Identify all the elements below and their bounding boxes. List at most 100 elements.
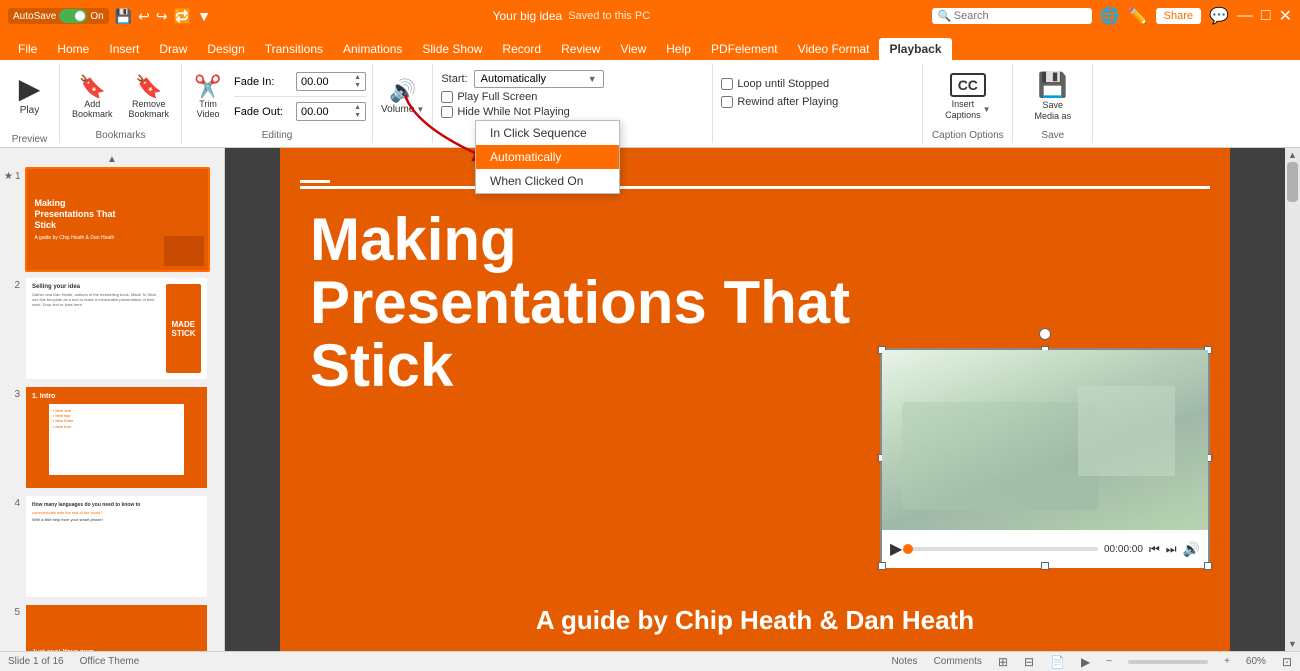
search-input[interactable] [932, 8, 1092, 24]
tab-design[interactable]: Design [197, 38, 254, 60]
tab-file[interactable]: File [8, 38, 47, 60]
dropdown-item-whenclicked[interactable]: When Clicked On [476, 169, 619, 193]
scroll-thumb[interactable] [1287, 162, 1298, 202]
slideshow-icon[interactable]: ▶ [1081, 655, 1090, 669]
redo-icon[interactable]: ↪ [156, 8, 168, 25]
fade-in-up-icon[interactable]: ▲ [354, 74, 361, 81]
tab-pdfelement[interactable]: PDFelement [701, 38, 788, 60]
undo-icon[interactable]: ↩ [138, 8, 150, 25]
comments-button[interactable]: Comments [934, 656, 982, 667]
repeat-icon[interactable]: 🔁 [174, 8, 191, 25]
normal-view-icon[interactable]: ⊞ [998, 655, 1008, 669]
globe-icon[interactable]: 🌐 [1100, 6, 1120, 26]
close-icon[interactable]: ✕ [1279, 6, 1292, 26]
captions-dropdown-icon[interactable]: ▼ [983, 105, 991, 114]
dropdown-item-automatically[interactable]: Automatically [476, 145, 619, 169]
slide-item-4[interactable]: 4 How many languages do you need to know… [4, 494, 220, 599]
tab-help[interactable]: Help [656, 38, 701, 60]
slide-item-2[interactable]: 2 Selling your idea Gather and Dan Heath… [4, 276, 220, 381]
slide-thumb-1[interactable]: MakingPresentations ThatStick A guide by… [25, 167, 210, 272]
selection-handle-bl[interactable] [878, 562, 886, 570]
slide-item-3[interactable]: 3 1. Intro • Item one• Item two• Item th… [4, 385, 220, 490]
fade-out-up-icon[interactable]: ▲ [354, 104, 361, 111]
video-play-button[interactable]: ▶ [890, 539, 902, 559]
loop-checkbox[interactable] [721, 78, 733, 90]
volume-dropdown-icon[interactable]: ▼ [416, 105, 424, 114]
title-bar: AutoSave On 💾 ↩ ↪ 🔁 ▼ Your big idea Save… [0, 0, 1300, 32]
scroll-up-arrow[interactable]: ▲ [1288, 150, 1297, 160]
tab-animations[interactable]: Animations [333, 38, 412, 60]
file-title: Your big idea [493, 9, 563, 23]
zoom-slider[interactable] [1128, 660, 1208, 664]
slide-number-3: 3 [4, 385, 20, 400]
tab-draw[interactable]: Draw [149, 38, 197, 60]
tab-record[interactable]: Record [492, 38, 551, 60]
zoom-in-icon[interactable]: + [1224, 656, 1230, 667]
slide-thumb-2[interactable]: Selling your idea Gather and Dan Heath, … [24, 276, 209, 381]
theme-name: Office Theme [80, 656, 140, 667]
fade-out-down-icon[interactable]: ▼ [354, 112, 361, 119]
remove-bookmark-button[interactable]: 🔖 RemoveBookmark [123, 70, 176, 124]
save-icon[interactable]: 💾 [115, 8, 132, 25]
scroll-down-arrow[interactable]: ▼ [1288, 639, 1297, 649]
comments-icon[interactable]: 💬 [1209, 6, 1229, 26]
video-progress-bar[interactable] [908, 547, 1098, 551]
slide-item-5[interactable]: 5 Just one! Your own.With a little help … [4, 603, 220, 651]
more-tools-icon[interactable]: ▼ [197, 8, 211, 24]
fade-out-spinner[interactable]: ▲ ▼ [354, 104, 361, 119]
slide-thumb-5[interactable]: Just one! Your own.With a little help fr… [24, 603, 209, 651]
play-label: Play [20, 105, 39, 116]
video-forward-icon[interactable]: ⏭ [1166, 542, 1177, 557]
fade-in-down-icon[interactable]: ▼ [354, 82, 361, 89]
fade-in-input[interactable]: 00.00 ▲ ▼ [296, 72, 366, 91]
tab-slideshow[interactable]: Slide Show [412, 38, 492, 60]
notes-button[interactable]: Notes [891, 656, 917, 667]
video-volume-icon[interactable]: 🔊 [1183, 541, 1200, 558]
slide-item-1[interactable]: ★1 MakingPresentations ThatStick A guide… [4, 167, 220, 272]
slide-sorter-icon[interactable]: ⊟ [1024, 655, 1034, 669]
fade-in-spinner[interactable]: ▲ ▼ [354, 74, 361, 89]
autosave-toggle[interactable] [59, 9, 87, 23]
zoom-out-icon[interactable]: − [1106, 656, 1112, 667]
pen-icon[interactable]: ✏️ [1128, 6, 1148, 26]
slide-panel-scroll-up[interactable]: ▲ [4, 152, 220, 167]
fade-out-input[interactable]: 00.00 ▲ ▼ [296, 102, 366, 121]
rewind-checkbox[interactable] [721, 96, 733, 108]
tab-review[interactable]: Review [551, 38, 610, 60]
cc-icon-box[interactable]: CC [950, 73, 986, 97]
tab-insert[interactable]: Insert [99, 38, 149, 60]
save-media-icon[interactable]: 💾 [1038, 71, 1068, 100]
hide-not-playing-checkbox[interactable] [441, 106, 453, 118]
volume-icon[interactable]: 🔊 [389, 78, 416, 104]
play-fullscreen-checkbox[interactable] [441, 91, 453, 103]
tab-home[interactable]: Home [47, 38, 99, 60]
trim-video-button[interactable]: ✂️ TrimVideo [188, 70, 228, 124]
autosave-badge[interactable]: AutoSave On [8, 8, 109, 24]
add-bookmark-button[interactable]: 🔖 AddBookmark [66, 70, 119, 124]
fit-slide-icon[interactable]: ⊡ [1282, 655, 1292, 669]
selection-handle-br[interactable] [1204, 562, 1212, 570]
play-button[interactable]: ▶ Play [10, 68, 50, 120]
minimize-icon[interactable]: — [1237, 7, 1253, 25]
fade-out-value: 00.00 [301, 106, 354, 118]
reading-view-icon[interactable]: 📄 [1050, 655, 1065, 669]
rotation-handle[interactable] [1039, 328, 1051, 340]
right-scrollbar[interactable]: ▲ ▼ [1285, 148, 1300, 651]
dropdown-item-clicksequence[interactable]: In Click Sequence [476, 121, 619, 145]
tab-playback[interactable]: Playback [879, 38, 951, 60]
slide-number-1: ★1 [4, 167, 21, 182]
loop-label: Loop until Stopped [737, 78, 829, 90]
maximize-icon[interactable]: □ [1261, 7, 1271, 25]
tab-videoformat[interactable]: Video Format [788, 38, 880, 60]
selection-handle-bc[interactable] [1041, 562, 1049, 570]
tab-view[interactable]: View [610, 38, 656, 60]
video-back-icon[interactable]: ⏮ [1149, 542, 1160, 557]
save-media-label: SaveMedia as [1035, 100, 1072, 122]
play-icon: ▶ [19, 72, 41, 105]
slide-thumb-4[interactable]: How many languages do you need to know t… [24, 494, 209, 599]
slide-thumb-3[interactable]: 1. Intro • Item one• Item two• Item thre… [24, 385, 209, 490]
video-progress-thumb[interactable] [903, 544, 913, 554]
share-button[interactable]: Share [1156, 8, 1201, 24]
tab-transitions[interactable]: Transitions [255, 38, 333, 60]
start-dropdown[interactable]: Automatically ▼ [474, 70, 604, 88]
